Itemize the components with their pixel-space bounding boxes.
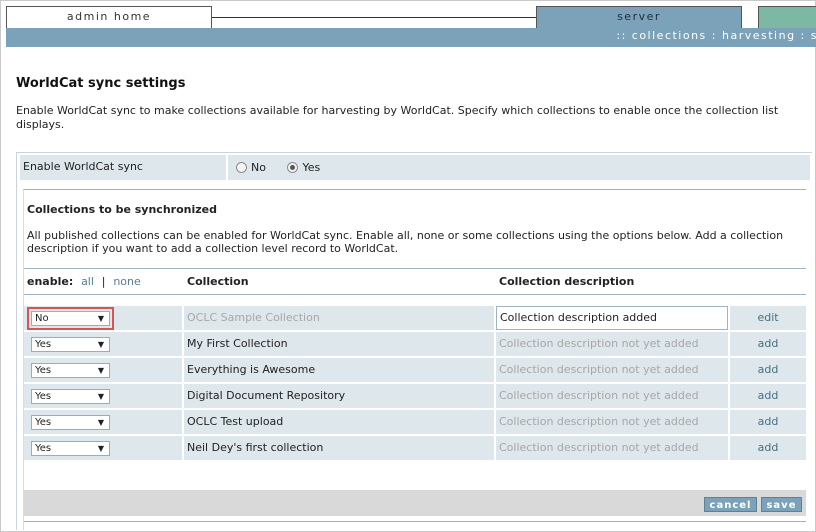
table-row: Yes ▼ Everything is Awesome Collection de… (24, 358, 806, 382)
collection-name: OCLC Sample Collection (184, 306, 494, 330)
add-description-link[interactable]: add (730, 436, 806, 460)
collection-name: My First Collection (184, 332, 494, 356)
enable-select[interactable]: Yes ▼ (31, 415, 110, 430)
table-row: Yes ▼ Digital Document Repository Collect… (24, 384, 806, 408)
table-header: enable: all | none Collection Collection… (24, 268, 806, 295)
enable-cell: Yes ▼ (24, 332, 182, 356)
tab-next[interactable] (758, 6, 816, 28)
cancel-button[interactable]: cancel (704, 497, 757, 512)
collection-description: Collection description not yet added (496, 358, 728, 382)
collection-description: Collection description not yet added (496, 410, 728, 434)
table-row: No ▼ OCLC Sample Collection Collection de… (24, 306, 806, 330)
table-row: Yes ▼ My First Collection Collection desc… (24, 332, 806, 356)
radio-no[interactable] (236, 162, 247, 173)
enable-select-value: Yes (35, 391, 52, 402)
enable-cell: Yes ▼ (24, 358, 182, 382)
save-button[interactable]: save (761, 497, 802, 512)
enable-separator: | (101, 275, 106, 288)
enable-cell: Yes ▼ (24, 436, 182, 460)
enable-header: enable: all | none (27, 275, 141, 288)
divider (24, 521, 806, 522)
collection-description: Collection description not yet added (496, 384, 728, 408)
enable-cell: Yes ▼ (24, 410, 182, 434)
enable-cell: Yes ▼ (24, 384, 182, 408)
radio-yes-label[interactable]: Yes (302, 161, 320, 174)
page-title: WorldCat sync settings (16, 76, 186, 91)
enable-select-value: No (35, 313, 49, 324)
tab-server[interactable]: server (536, 6, 742, 28)
collection-description: Collection description not yet added (496, 332, 728, 356)
enable-all-link[interactable]: all (81, 275, 94, 288)
table-row: Yes ▼ Neil Dey's first collection Collect… (24, 436, 806, 460)
collections-title: Collections to be synchronized (27, 203, 217, 216)
triangle-down-icon: ▼ (97, 444, 104, 453)
enable-label: enable: (27, 275, 74, 288)
collection-column-header: Collection (187, 275, 249, 288)
add-description-link[interactable]: add (730, 332, 806, 356)
collection-name: OCLC Test upload (184, 410, 494, 434)
tab-admin-home[interactable]: admin home (6, 6, 212, 28)
subnav-bar: :: collections : harvesting : s (6, 28, 816, 47)
enable-sync-row: Enable WorldCat sync No Yes (20, 155, 810, 180)
breadcrumb[interactable]: :: collections : harvesting : s (616, 29, 816, 42)
enable-select-value: Yes (35, 339, 52, 350)
triangle-down-icon: ▼ (97, 418, 104, 427)
add-description-link[interactable]: add (730, 384, 806, 408)
triangle-down-icon: ▼ (97, 366, 104, 375)
enable-cell: No ▼ (24, 306, 182, 330)
enable-sync-options: No Yes (228, 155, 810, 180)
triangle-down-icon: ▼ (97, 340, 104, 349)
add-description-link[interactable]: add (730, 410, 806, 434)
collection-name: Everything is Awesome (184, 358, 494, 382)
edit-description-link[interactable]: edit (730, 306, 806, 330)
enable-select[interactable]: Yes ▼ (31, 441, 110, 456)
add-description-link[interactable]: add (730, 358, 806, 382)
enable-sync-label: Enable WorldCat sync (20, 155, 226, 180)
collection-description: Collection description not yet added (496, 436, 728, 460)
enable-select-value: Yes (35, 443, 52, 454)
collection-description: Collection description added (496, 306, 728, 330)
enable-select[interactable]: Yes ▼ (31, 389, 110, 404)
enable-select[interactable]: No ▼ (27, 307, 114, 330)
radio-yes[interactable] (287, 162, 299, 173)
collection-name: Digital Document Repository (184, 384, 494, 408)
enable-select-value: Yes (35, 417, 52, 428)
enable-select-value: Yes (35, 365, 52, 376)
action-bar (24, 490, 806, 516)
page-intro: Enable WorldCat sync to make collections… (16, 104, 779, 131)
enable-select[interactable]: Yes ▼ (31, 337, 110, 352)
description-column-header: Collection description (499, 275, 635, 288)
triangle-down-icon: ▼ (97, 314, 104, 323)
enable-select[interactable]: Yes ▼ (31, 363, 110, 378)
enable-none-link[interactable]: none (113, 275, 140, 288)
collection-name: Neil Dey's first collection (184, 436, 494, 460)
radio-no-label[interactable]: No (251, 161, 266, 174)
table-row: Yes ▼ OCLC Test upload Collection descrip… (24, 410, 806, 434)
triangle-down-icon: ▼ (97, 392, 104, 401)
collections-description: All published collections can be enabled… (27, 229, 784, 255)
tab-divider-line (212, 17, 537, 18)
